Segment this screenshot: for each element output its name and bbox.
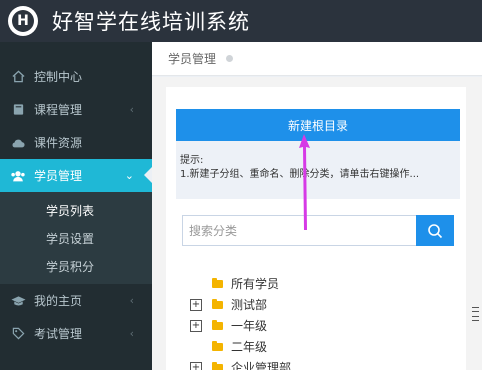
resize-grip-icon[interactable] [472,307,479,321]
tree-node[interactable]: + 一年级 [190,315,450,336]
sidebar-item-dashboard[interactable]: 控制中心 [0,60,152,93]
logo-letter: H [12,10,34,32]
breadcrumb-current[interactable]: 学员管理 [168,50,216,67]
submenu-item-student-settings[interactable]: 学员设置 [0,224,152,252]
sidebar-item-label: 学员管理 [34,169,83,183]
tag-icon [10,327,26,340]
tree-node-label: 二年级 [231,340,268,354]
submenu-item-student-points[interactable]: 学员积分 [0,252,152,280]
hint-title: 提示: [180,155,204,166]
annotation-arrow-icon [299,134,310,230]
chevron-down-icon: ⌄ [124,169,134,182]
sidebar-item-label: 我的主页 [34,294,83,308]
breadcrumb: 学员管理 [152,42,482,76]
folder-icon [212,298,223,309]
app-logo: H [8,6,38,36]
sidebar-item-label: 课件资源 [34,136,83,150]
folder-icon [212,340,223,351]
sidebar-item-label: 考试管理 [34,327,83,341]
search-icon [428,223,443,238]
search-button[interactable] [416,215,454,246]
submenu-item-student-list[interactable]: 学员列表 [0,196,152,224]
tree-node-label: 测试部 [231,298,268,312]
new-root-directory-button[interactable]: 新建根目录 [176,109,460,141]
category-tree: 所有学员 + 测试部 + 一年级 二年级 + 企业管理部 [190,273,450,370]
expand-icon[interactable]: + [190,361,202,370]
category-search: 搜索分类 [182,215,454,246]
main-content: 新建根目录 提示: 1.新建子分组、重命名、删除分类，请单击右键操作... 搜索… [152,77,482,370]
tree-node-label: 企业管理部 [231,361,292,370]
sidebar-item-students[interactable]: 学员管理 ⌄ [0,159,152,192]
sidebar-item-courses[interactable]: 课程管理 ‹ [0,93,152,126]
graduation-cap-icon [10,295,26,307]
top-header: H 好智学在线培训系统 [0,0,482,42]
book-icon [10,103,26,116]
expand-icon[interactable]: + [190,298,202,311]
tree-node[interactable]: 二年级 [190,336,450,357]
cloud-icon [10,137,26,149]
sidebar-item-label: 控制中心 [34,70,83,84]
tree-node-label: 所有学员 [231,277,280,291]
tree-node[interactable]: 所有学员 [190,273,450,294]
sidebar-item-my-home[interactable]: 我的主页 ‹ [0,284,152,317]
chevron-left-icon: ‹ [129,327,134,340]
tree-node[interactable]: + 测试部 [190,294,450,315]
chevron-left-icon: ‹ [129,103,134,116]
breadcrumb-dot-icon [226,55,234,62]
sidebar-item-label: 课程管理 [34,103,83,117]
home-icon [10,70,26,83]
sidebar: 控制中心 课程管理 ‹ 课件资源 学员管理 ⌄ 学员列表 学员设置 学员积分 我… [0,42,152,370]
students-submenu: 学员列表 学员设置 学员积分 [0,192,152,284]
sidebar-item-resources[interactable]: 课件资源 [0,126,152,159]
sidebar-item-exams[interactable]: 考试管理 ‹ [0,317,152,350]
users-icon [10,170,26,182]
folder-icon [212,361,223,370]
expand-icon[interactable]: + [190,319,202,332]
tree-node-label: 一年级 [231,319,268,333]
chevron-left-icon: ‹ [129,294,134,307]
tree-node[interactable]: + 企业管理部 [190,357,450,370]
folder-icon [212,277,223,288]
folder-icon [212,319,223,330]
category-panel: 新建根目录 提示: 1.新建子分组、重命名、删除分类，请单击右键操作... 搜索… [166,87,466,370]
hint-box: 新建根目录 提示: 1.新建子分组、重命名、删除分类，请单击右键操作... [176,109,460,199]
app-title: 好智学在线培训系统 [52,10,250,34]
